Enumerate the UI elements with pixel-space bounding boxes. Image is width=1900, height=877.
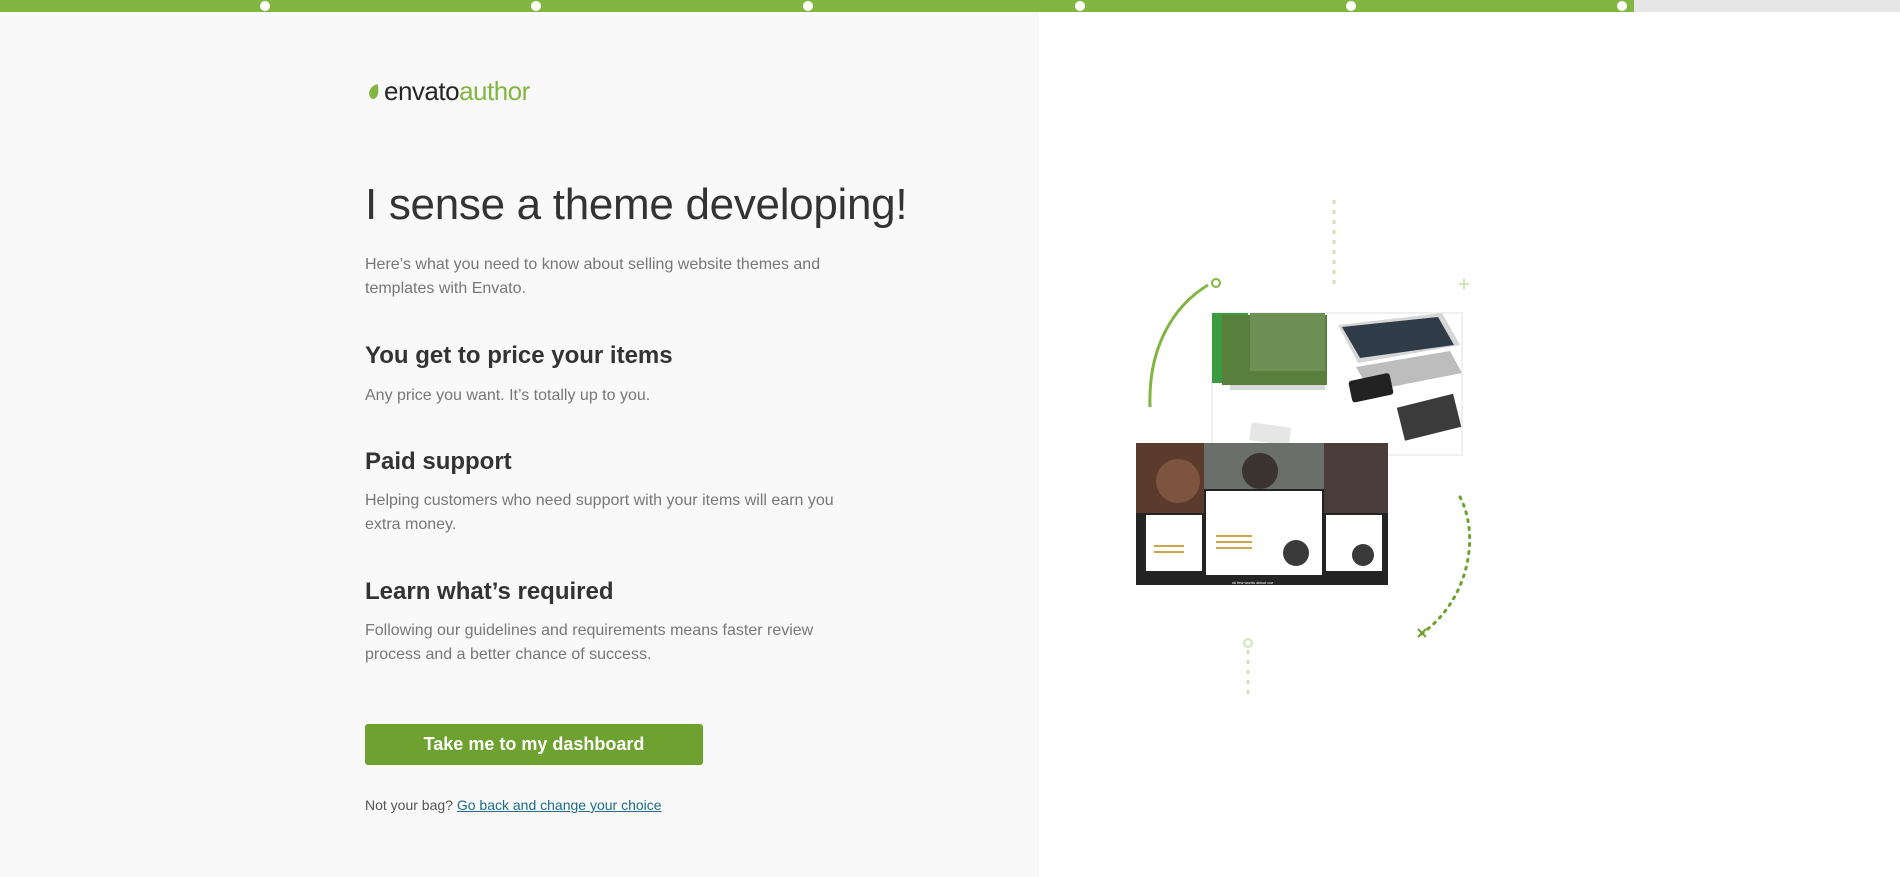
section-body-requirements: Following our guidelines and requirement… — [365, 622, 814, 663]
progress-step-marker — [1617, 1, 1627, 11]
logo-wordmark-author: author — [459, 76, 530, 106]
illustration-snippet: ck few words about our — [1232, 580, 1274, 585]
go-back-link[interactable]: Go back and change your choice — [457, 797, 662, 813]
onboarding-progress-bar — [0, 0, 1900, 12]
section-body-pricing: Any price you want. It’s totally up to y… — [365, 387, 651, 404]
section-title-requirements: Learn what’s required — [365, 578, 614, 605]
progress-step-marker — [803, 1, 813, 11]
progress-bar-fill — [0, 0, 1634, 12]
logo-wordmark-envato: envato — [384, 76, 460, 106]
intro-text: Here’s what you need to know about selli… — [365, 256, 821, 297]
section-title-support: Paid support — [365, 448, 512, 475]
progress-step-marker — [1346, 1, 1356, 11]
progress-step-marker — [1075, 1, 1085, 11]
footer-text: Not your bag? — [365, 797, 453, 813]
progress-step-marker — [531, 1, 541, 11]
progress-step-marker — [260, 1, 270, 11]
envato-author-logo: envato author — [368, 76, 530, 107]
website-themes-devices-illustration: ck few words about our — [1136, 200, 1472, 695]
section-title-pricing: You get to price your items — [365, 342, 673, 369]
section-body-support: Helping customers who need support with … — [365, 492, 834, 533]
dashboard-button[interactable]: Take me to my dashboard — [365, 724, 703, 765]
change-choice-note: Not your bag? Go back and change your ch… — [365, 797, 662, 813]
leaf-icon — [369, 83, 379, 99]
page-title: I sense a theme developing! — [365, 180, 908, 229]
